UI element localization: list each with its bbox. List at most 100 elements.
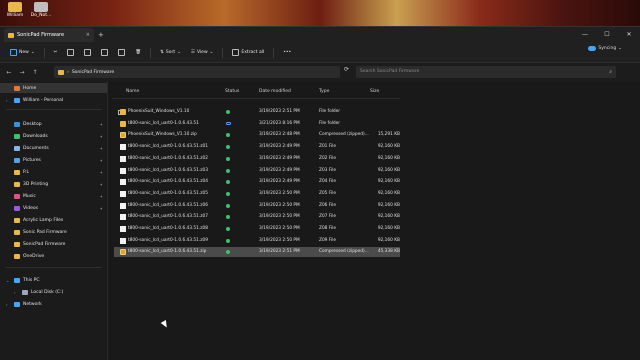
file-type: Z09 File bbox=[319, 237, 336, 243]
file-type: Z07 File bbox=[319, 214, 336, 220]
file-row[interactable]: t800-sonic_lcd_uart0-1.0.6.43.51.z09 3/19… bbox=[114, 236, 400, 246]
pin-icon: ✦ bbox=[99, 205, 103, 211]
back-button[interactable]: ← bbox=[4, 69, 14, 76]
chevron-right-icon[interactable]: › bbox=[6, 98, 8, 103]
synced-status-icon bbox=[226, 250, 230, 255]
sidebar-item-home[interactable]: Home bbox=[0, 83, 107, 93]
sidebar-item-music[interactable]: Music ✦ bbox=[0, 191, 107, 201]
chevron-right-icon[interactable]: › bbox=[6, 302, 8, 307]
file-name: t800-sonic_lcd_uart0-1.0.6.43.51.z08 bbox=[128, 226, 208, 231]
folder-icon bbox=[14, 253, 20, 259]
sidebar-item-label: 3D Printing bbox=[23, 181, 49, 187]
file-name: PhoenixSuit_Windows_V1.10 bbox=[128, 109, 190, 114]
up-button[interactable]: ↑ bbox=[30, 69, 40, 76]
file-name: t800-sonic_lcd_uart0-1.0.6.43.51.zip bbox=[128, 249, 207, 255]
file-row[interactable]: t800-sonic_lcd_uart0-1.0.6.43.51.z03 3/19… bbox=[114, 166, 400, 176]
sidebar-item-desktop[interactable]: Desktop ✦ bbox=[0, 119, 107, 129]
search-input[interactable]: Search SonicPad Firmware ⌕ bbox=[356, 66, 616, 78]
share-icon bbox=[118, 49, 126, 56]
maximize-button[interactable]: ☐ bbox=[596, 27, 618, 43]
file-row[interactable]: t800-sonic_lcd_uart0-1.0.6.43.51.z08 3/19… bbox=[114, 224, 400, 234]
forward-button[interactable]: → bbox=[17, 69, 27, 76]
file-row[interactable]: PhoenixSuit_Windows_V1.10.zip 3/19/2023 2… bbox=[114, 130, 400, 140]
copy-icon bbox=[67, 49, 75, 56]
refresh-button[interactable]: ⟳ bbox=[344, 66, 349, 73]
column-header-date-modified[interactable]: Date modified bbox=[259, 85, 291, 97]
sidebar-item-network[interactable]: › Network bbox=[0, 299, 107, 309]
file-row[interactable]: t800-sonic_lcd_uart0-1.0.6.43.51 3/21/202… bbox=[114, 119, 400, 129]
file-type: Compressed (zipped)... bbox=[319, 249, 369, 255]
search-icon: ⌕ bbox=[609, 69, 612, 75]
sidebar-item-sonicpad-firmware[interactable]: SonicPad Firmware bbox=[0, 239, 107, 249]
sidebar-item-sonic-pad-firmware[interactable]: Sonic Pad Firmware bbox=[0, 227, 107, 237]
sort-button[interactable]: ⇅ Sort ⌄ bbox=[156, 46, 185, 60]
file-size: 45,338 KB bbox=[377, 249, 400, 255]
file-name: PhoenixSuit_Windows_V1.10.zip bbox=[128, 132, 197, 138]
new-tab-button[interactable]: + bbox=[98, 31, 104, 39]
rename-icon bbox=[101, 49, 109, 56]
sidebar-item-downloads[interactable]: Downloads ✦ bbox=[0, 131, 107, 141]
sidebar-item-3d-printing[interactable]: 3D Printing ✦ bbox=[0, 179, 107, 189]
more-options-button[interactable]: ••• bbox=[279, 46, 295, 60]
file-type: Compressed (zipped)... bbox=[319, 132, 369, 138]
sidebar-item-onedrive[interactable]: OneDrive bbox=[0, 251, 107, 261]
paste-icon bbox=[84, 49, 92, 56]
sidebar-item-label: OneDrive bbox=[23, 253, 45, 259]
close-window-button[interactable]: ✕ bbox=[618, 27, 640, 43]
file-name: t800-sonic_lcd_uart0-1.0.6.43.51 bbox=[128, 120, 199, 126]
file-row[interactable]: t800-sonic_lcd_uart0-1.0.6.43.51.z07 3/19… bbox=[114, 212, 400, 222]
sidebar-item-onedrive-personal[interactable]: › William - Personal bbox=[0, 95, 107, 105]
column-header-type[interactable]: Type bbox=[319, 85, 329, 97]
rename-button[interactable] bbox=[97, 46, 112, 60]
file-row[interactable]: t800-sonic_lcd_uart0-1.0.6.43.51.z01 3/19… bbox=[114, 142, 400, 152]
cloud-icon bbox=[588, 46, 597, 51]
column-header-name[interactable]: Name bbox=[126, 85, 139, 97]
minimize-button[interactable]: — bbox=[574, 27, 596, 43]
folder-icon bbox=[14, 169, 20, 175]
sidebar-item-label: Acrylic Lamp Files bbox=[23, 217, 64, 223]
desktop-shortcut-william[interactable]: William bbox=[4, 2, 26, 18]
file-row[interactable]: t800-sonic_lcd_uart0-1.0.6.43.51.z05 3/19… bbox=[114, 189, 400, 199]
divider bbox=[112, 98, 400, 99]
sidebar-item-videos[interactable]: Videos ✦ bbox=[0, 203, 107, 213]
sync-status[interactable]: Syncing ⌄ bbox=[588, 46, 622, 51]
chevron-right-icon[interactable]: › bbox=[14, 290, 16, 295]
file-row[interactable]: t800-sonic_lcd_uart0-1.0.6.43.51.z04 3/19… bbox=[114, 177, 400, 187]
sidebar-item-label: Home bbox=[23, 85, 37, 91]
breadcrumb-current[interactable]: SonicPad Firmware bbox=[72, 70, 114, 75]
view-button[interactable]: ☰ View ⌄ bbox=[187, 46, 218, 60]
sidebar-item-label: SonicPad Firmware bbox=[23, 241, 66, 247]
video-icon bbox=[14, 205, 20, 211]
file-size: 92,160 KB bbox=[377, 179, 400, 185]
sidebar-item-pictures[interactable]: Pictures ✦ bbox=[0, 155, 107, 165]
file-icon bbox=[120, 179, 126, 186]
sidebar-item-label: This PC bbox=[23, 277, 40, 283]
copy-button[interactable] bbox=[63, 46, 78, 60]
desktop-shortcut-file[interactable]: Do_Not... bbox=[30, 2, 52, 18]
sidebar-item-documents[interactable]: Documents ✦ bbox=[0, 143, 107, 153]
delete-button[interactable]: 🗑 bbox=[131, 46, 145, 60]
file-date: 3/19/2023 2:48 PM bbox=[259, 132, 300, 138]
column-header-status[interactable]: Status bbox=[225, 85, 239, 97]
sidebar-item-acrylic-lamp-files[interactable]: Acrylic Lamp Files bbox=[0, 215, 107, 225]
cut-button[interactable]: ✂ bbox=[50, 46, 62, 60]
tab-sonicpad-firmware[interactable]: SonicPad Firmware × bbox=[4, 28, 94, 42]
sidebar-item-pl[interactable]: P.L ✦ bbox=[0, 167, 107, 177]
column-header-size[interactable]: Size bbox=[370, 85, 379, 97]
file-row[interactable]: PhoenixSuit_Windows_V1.10 3/19/2023 2:51 … bbox=[114, 107, 400, 117]
file-row[interactable]: t800-sonic_lcd_uart0-1.0.6.43.51.zip 3/19… bbox=[114, 247, 400, 258]
sidebar-item-local-disk[interactable]: › Local Disk (C:) bbox=[0, 287, 107, 297]
extract-all-button[interactable]: Extract all bbox=[228, 46, 268, 60]
sidebar-item-this-pc[interactable]: ⌄ This PC bbox=[0, 275, 107, 285]
chevron-down-icon[interactable]: ⌄ bbox=[6, 278, 9, 283]
address-bar[interactable]: › SonicPad Firmware bbox=[54, 66, 340, 78]
new-button[interactable]: New ⌄ bbox=[6, 46, 39, 60]
search-placeholder: Search SonicPad Firmware bbox=[360, 69, 420, 74]
share-button[interactable] bbox=[114, 46, 129, 60]
file-row[interactable]: t800-sonic_lcd_uart0-1.0.6.43.51.z02 3/19… bbox=[114, 154, 400, 164]
paste-button[interactable] bbox=[80, 46, 95, 60]
file-row[interactable]: t800-sonic_lcd_uart0-1.0.6.43.51.z06 3/19… bbox=[114, 201, 400, 211]
sidebar-item-label: Downloads bbox=[23, 133, 48, 139]
close-tab-icon[interactable]: × bbox=[86, 32, 90, 38]
file-size: 92,160 KB bbox=[377, 190, 400, 196]
